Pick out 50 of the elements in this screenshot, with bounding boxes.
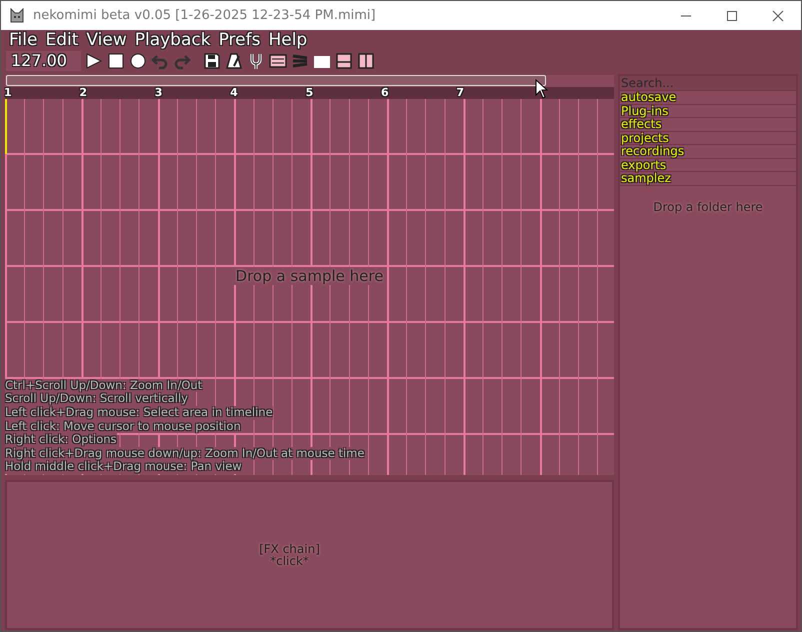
shortcut-hint: Right click: Options xyxy=(5,433,117,447)
folder-item[interactable]: exports xyxy=(620,158,796,172)
record-icon[interactable] xyxy=(128,52,147,70)
bar-number: 2 xyxy=(79,87,88,99)
menu-item[interactable]: Edit xyxy=(45,30,78,50)
drop-hint: Drop a folder here xyxy=(653,200,763,214)
folder-item[interactable]: samplez xyxy=(620,172,796,186)
fx-chain-label: [FX chain] xyxy=(259,543,320,555)
cat-head-icon xyxy=(9,8,25,24)
scrollbar-thumb[interactable] xyxy=(6,75,546,86)
mouse-pointer-icon xyxy=(535,79,548,99)
shortcut-hint: Ctrl+Scroll Up/Down: Zoom In/Out xyxy=(5,378,202,392)
window-title: nekomimi beta v0.05 [1-26-2025 12-23-54 PM.mimi] xyxy=(33,8,377,23)
menu-item[interactable]: Playback xyxy=(134,30,211,50)
save-icon[interactable] xyxy=(202,52,221,70)
bar-number: 3 xyxy=(154,87,164,99)
bar-number: 7 xyxy=(456,87,465,99)
menu-item[interactable]: Help xyxy=(268,30,308,50)
fx-chain-label: *click* xyxy=(270,555,309,567)
timeline-ruler[interactable]: 1 2 3 4 5 6 7 xyxy=(5,87,614,99)
bar-number: 4 xyxy=(230,87,239,99)
bar-number: 5 xyxy=(306,87,314,99)
folder-item[interactable]: effects xyxy=(620,118,796,132)
search-field[interactable]: Search... xyxy=(620,76,796,91)
shortcut-hint: Right click+Drag mouse down/up: Zoom In/Out at mouse time xyxy=(5,446,364,460)
close-icon[interactable] xyxy=(772,10,784,22)
split-horizontal-icon[interactable] xyxy=(334,52,353,70)
maximize-icon[interactable] xyxy=(726,10,738,22)
play-icon[interactable] xyxy=(84,52,103,70)
tempo-field[interactable]: 127.00 xyxy=(6,51,81,71)
stop-icon[interactable] xyxy=(106,52,125,70)
bar-number: 6 xyxy=(380,87,390,99)
folder-item[interactable]: Plug-ins xyxy=(620,104,796,118)
playhead-cursor xyxy=(5,99,7,154)
shortcut-hint: Hold middle click+Drag mouse: Pan view xyxy=(5,460,242,474)
folder-item[interactable]: projects xyxy=(620,132,796,145)
shortcut-hint: Left click+Drag mouse: Select area in timeline xyxy=(5,406,273,420)
menu-item[interactable]: File xyxy=(9,30,38,50)
drop-hint: Drop a sample here xyxy=(234,267,386,285)
menu-item[interactable]: Prefs xyxy=(218,30,260,50)
menu-item[interactable]: View xyxy=(86,30,127,50)
bar-number: 1 xyxy=(4,87,13,99)
timeline-grid[interactable] xyxy=(5,99,614,475)
keyboard-icon[interactable] xyxy=(268,52,287,70)
shortcut-hint: Left click: Move cursor to mouse position xyxy=(5,420,241,434)
split-vertical-icon[interactable] xyxy=(356,52,375,70)
folder-item[interactable]: recordings xyxy=(620,145,796,158)
folder-item[interactable]: autosave xyxy=(620,91,796,104)
shortcut-hint: Scroll Up/Down: Scroll vertically xyxy=(5,392,188,406)
metronome-icon[interactable] xyxy=(224,52,243,70)
